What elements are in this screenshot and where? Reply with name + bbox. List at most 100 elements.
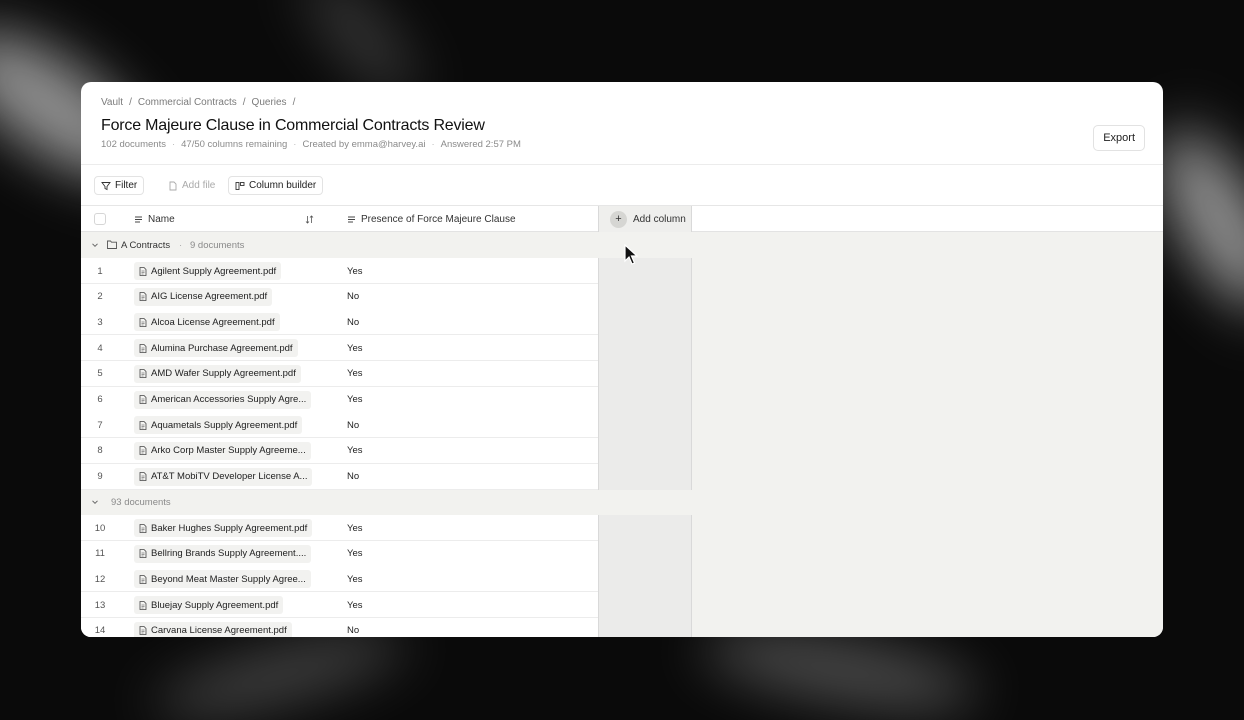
clause-value[interactable]: Yes (347, 258, 363, 284)
table-row[interactable]: 6 American Accessories Supply Agre... Yes (81, 386, 692, 413)
clause-value[interactable]: Yes (347, 566, 363, 592)
empty-new-column-cell[interactable] (598, 258, 692, 284)
file-chip[interactable]: American Accessories Supply Agre... (134, 390, 312, 409)
select-all-checkbox[interactable] (94, 213, 106, 225)
empty-new-column-cell[interactable] (598, 360, 692, 387)
column-builder-label: Column builder (249, 180, 317, 191)
clause-value[interactable]: No (347, 618, 359, 637)
file-chip[interactable]: Baker Hughes Supply Agreement.pdf (134, 519, 313, 537)
document-icon (139, 446, 147, 456)
file-chip[interactable]: AMD Wafer Supply Agreement.pdf (134, 364, 301, 383)
toolbar: Filter Add file Column builder (81, 165, 1163, 206)
empty-new-column-cell[interactable] (598, 515, 692, 541)
group-count: 93 documents (111, 496, 171, 508)
clause-value[interactable]: Yes (347, 541, 363, 567)
column-builder-button[interactable]: Column builder (228, 176, 324, 195)
clause-value[interactable]: No (347, 412, 359, 438)
empty-new-column-cell[interactable] (598, 309, 692, 336)
text-lines-icon (135, 216, 142, 222)
empty-new-column-cell[interactable] (598, 437, 692, 464)
row-number: 13 (94, 599, 106, 611)
group-row-ungrouped[interactable]: 93 documents (81, 489, 1163, 515)
breadcrumb-vault[interactable]: Vault (101, 97, 123, 108)
chevron-down-icon[interactable] (91, 241, 99, 249)
app-window: Vault / Commercial Contracts / Queries /… (81, 82, 1163, 637)
clause-value[interactable]: Yes (347, 592, 363, 618)
text-lines-icon (348, 216, 355, 222)
file-chip[interactable]: Bluejay Supply Agreement.pdf (134, 596, 284, 615)
group-count: 9 documents (190, 239, 245, 251)
file-name: Alcoa License Agreement.pdf (151, 316, 275, 328)
table-row[interactable]: 1 Agilent Supply Agreement.pdf Yes (81, 258, 692, 284)
file-chip[interactable]: AIG License Agreement.pdf (134, 287, 273, 306)
table-row[interactable]: 10 Baker Hughes Supply Agreement.pdf Yes (81, 515, 692, 541)
clause-value[interactable]: Yes (347, 515, 363, 541)
clause-value[interactable]: Yes (347, 361, 363, 387)
table-row[interactable]: 8 Arko Corp Master Supply Agreeme... Yes (81, 437, 692, 464)
add-column-label: Add column (633, 213, 686, 225)
breadcrumb-commercial-contracts[interactable]: Commercial Contracts (138, 97, 237, 108)
table-row[interactable]: 2 AIG License Agreement.pdf No (81, 283, 692, 310)
row-number: 14 (94, 625, 106, 637)
row-number: 10 (94, 522, 106, 534)
empty-new-column-cell[interactable] (598, 283, 692, 310)
file-chip[interactable]: Alcoa License Agreement.pdf (134, 313, 280, 332)
table-row[interactable]: 5 AMD Wafer Supply Agreement.pdf Yes (81, 360, 692, 387)
chevron-down-icon[interactable] (91, 498, 99, 506)
empty-new-column-cell[interactable] (598, 463, 692, 490)
file-chip[interactable]: Aquametals Supply Agreement.pdf (134, 416, 303, 435)
clause-value[interactable]: No (347, 309, 359, 335)
breadcrumb-queries[interactable]: Queries (252, 97, 287, 108)
file-chip[interactable]: Arko Corp Master Supply Agreeme... (134, 441, 311, 460)
column-header-clause[interactable]: Presence of Force Majeure Clause (347, 206, 516, 232)
column-header-name[interactable]: Name (134, 206, 175, 232)
clause-value[interactable]: Yes (347, 438, 363, 464)
table-row[interactable]: 11 Bellring Brands Supply Agreement.... Ye… (81, 540, 692, 567)
meta-separator: · (171, 139, 176, 150)
clause-value[interactable]: Yes (347, 335, 363, 361)
document-icon (139, 343, 147, 353)
file-name: Agilent Supply Agreement.pdf (151, 265, 277, 277)
group-row-a-contracts[interactable]: A Contracts · 9 documents (81, 232, 1163, 258)
table-row[interactable]: 3 Alcoa License Agreement.pdf No (81, 309, 692, 336)
clause-value[interactable]: Yes (347, 387, 363, 413)
empty-new-column-cell[interactable] (598, 386, 692, 413)
table-row[interactable]: 9 AT&T MobiTV Developer License A... No (81, 463, 692, 490)
file-chip[interactable]: Agilent Supply Agreement.pdf (134, 262, 282, 280)
empty-new-column-cell[interactable] (598, 412, 692, 439)
column-builder-icon (235, 181, 245, 190)
file-chip[interactable]: Beyond Meat Master Supply Agree... (134, 570, 311, 589)
sort-button[interactable] (305, 206, 314, 232)
page-meta: 102 documents · 47/50 columns remaining … (101, 139, 521, 150)
file-name: AIG License Agreement.pdf (151, 291, 268, 303)
table-row[interactable]: 7 Aquametals Supply Agreement.pdf No (81, 412, 692, 439)
file-chip[interactable]: Carvana License Agreement.pdf (134, 621, 292, 637)
clause-value[interactable]: No (347, 284, 359, 310)
table-row[interactable]: 4 Alumina Purchase Agreement.pdf Yes (81, 335, 692, 362)
file-chip[interactable]: AT&T MobiTV Developer License A... (134, 467, 313, 486)
breadcrumb-separator: / (292, 97, 296, 108)
add-file-button[interactable]: Add file (161, 176, 223, 195)
table-row[interactable]: 14 Carvana License Agreement.pdf No (81, 617, 692, 637)
file-chip[interactable]: Bellring Brands Supply Agreement.... (134, 544, 312, 563)
empty-new-column-cell[interactable] (598, 617, 692, 637)
clause-value[interactable]: No (347, 464, 359, 490)
empty-new-column-cell[interactable] (598, 540, 692, 567)
table-row[interactable]: 13 Bluejay Supply Agreement.pdf Yes (81, 592, 692, 619)
empty-new-column-cell[interactable] (598, 592, 692, 619)
document-icon (139, 395, 147, 404)
breadcrumb-separator: / (242, 97, 246, 108)
table-row[interactable]: 12 Beyond Meat Master Supply Agree... Yes (81, 566, 692, 593)
row-number: 6 (97, 394, 103, 405)
export-button[interactable]: Export (1093, 125, 1145, 151)
filter-button[interactable]: Filter (94, 176, 145, 195)
row-number: 2 (97, 291, 103, 303)
empty-new-column-cell[interactable] (598, 566, 692, 593)
add-column-button[interactable]: + Add column (598, 206, 692, 232)
plus-icon: + (610, 210, 627, 228)
document-icon (139, 600, 147, 610)
file-chip[interactable]: Alumina Purchase Agreement.pdf (134, 339, 298, 358)
page-title: Force Majeure Clause in Commercial Contr… (101, 117, 485, 134)
empty-new-column-cell[interactable] (598, 335, 692, 362)
document-icon (139, 626, 147, 636)
